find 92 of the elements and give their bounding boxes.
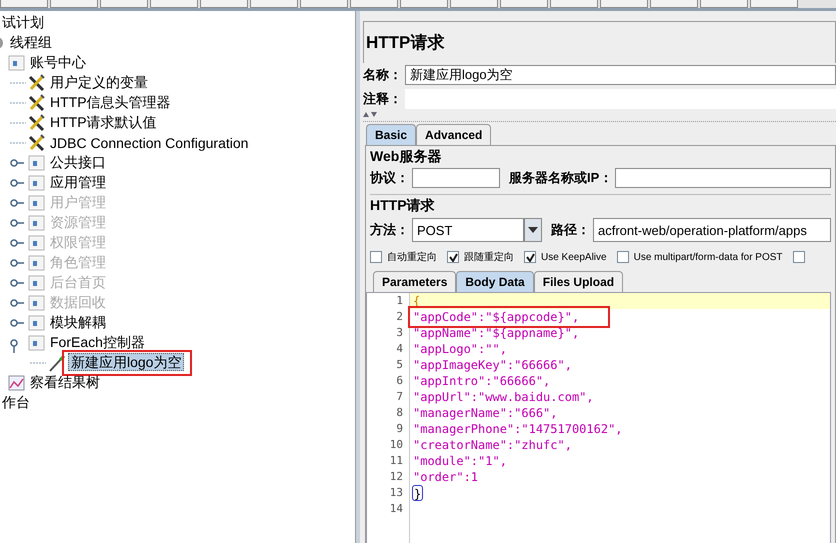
code-line: "appUrl":"www.baidu.com", [412, 389, 595, 405]
code-editor[interactable] [366, 292, 831, 543]
tree-item[interactable]: 线程组 [8, 34, 54, 52]
code-line: "creatorName":"zhufc", [412, 437, 573, 453]
tree-item[interactable]: 察看结果树 [28, 374, 102, 392]
tree-item[interactable]: ForEach控制器 [48, 334, 147, 352]
line-number: 4 [395, 341, 403, 357]
tab[interactable]: Advanced [416, 124, 492, 145]
controller-icon [28, 274, 46, 292]
protocol-field[interactable] [412, 168, 500, 188]
field-label: 方法： [370, 221, 409, 239]
tools-icon [28, 74, 46, 92]
controller-icon [28, 234, 46, 252]
line-number: 5 [395, 357, 403, 373]
controller-icon [8, 54, 26, 72]
line-number: 12 [388, 469, 403, 485]
checkbox[interactable] [524, 251, 536, 263]
tree-item[interactable]: 应用管理 [48, 174, 108, 192]
tree-line [10, 142, 26, 144]
line-number: 13 [388, 485, 403, 501]
tree-item[interactable]: HTTP信息头管理器 [48, 94, 173, 112]
checkbox-label: 自动重定向 [387, 250, 437, 264]
graph-icon [8, 374, 26, 392]
tree-item[interactable]: 试计划 [0, 14, 46, 32]
controller-icon [28, 294, 46, 312]
pipette-icon [48, 354, 66, 372]
controller-icon [28, 194, 46, 212]
field-label: 名称： [363, 66, 402, 84]
checkbox[interactable] [447, 251, 459, 263]
tree-item[interactable]: 作台 [0, 394, 32, 412]
collapse-arrows-icon[interactable] [363, 111, 377, 117]
tree-line [10, 82, 26, 84]
line-number: 10 [388, 437, 403, 453]
controller-icon [28, 334, 46, 352]
line-number: 14 [388, 501, 403, 517]
tab[interactable]: Basic [366, 124, 416, 145]
checkbox-label: 跟随重定向 [464, 250, 514, 264]
code-line: "order":1 [412, 469, 480, 485]
code-line: } [412, 485, 424, 501]
tab[interactable]: Parameters [373, 271, 456, 292]
field-label: 服务器名称或IP： [509, 169, 612, 187]
line-number: 9 [395, 421, 403, 437]
line-number: 1 [395, 293, 403, 309]
code-line: "managerName":"666", [412, 405, 558, 421]
line-number: 6 [395, 373, 403, 389]
tree-line [10, 122, 26, 124]
tools-icon [28, 94, 46, 112]
field-label: 路径： [551, 221, 590, 239]
tree-item[interactable]: 新建应用logo为空 [68, 353, 184, 371]
line-number: 11 [388, 453, 403, 469]
tree-item[interactable]: HTTP请求默认值 [48, 114, 159, 132]
checkbox[interactable] [370, 251, 382, 263]
tab[interactable]: Files Upload [534, 271, 624, 292]
code-line: "appLogo":"", [412, 341, 508, 357]
tools-icon [28, 134, 46, 152]
code-line: "module":"1", [412, 453, 508, 469]
tree-item[interactable]: 公共接口 [48, 154, 108, 172]
checkbox[interactable] [792, 251, 805, 263]
panel-title: HTTP请求 [363, 21, 836, 63]
line-number: 7 [395, 389, 403, 405]
code-line: "appImageKey":"66666", [412, 357, 573, 373]
code-line: "appName":"${appname}", [412, 325, 580, 341]
section-title: Web服务器 [370, 148, 442, 166]
field-label: 注释： [363, 90, 402, 108]
line-number: 2 [395, 309, 403, 325]
path-field[interactable]: acfront-web/operation-platform/apps [593, 218, 831, 242]
checkbox-label: Use multipart/form-data for POST [634, 252, 783, 262]
caret-icon [528, 227, 538, 233]
tree-line [30, 362, 46, 364]
controller-icon [28, 154, 46, 172]
controller-icon [28, 214, 46, 232]
checkbox[interactable] [616, 251, 629, 263]
tree-line [10, 102, 26, 104]
name-field[interactable]: 新建应用logo为空 [405, 65, 836, 85]
code-line: "appIntro":"66666", [412, 373, 552, 389]
tree-item[interactable]: 用户定义的变量 [48, 74, 150, 92]
tree-item[interactable]: JDBC Connection Configuration [48, 135, 250, 151]
line-number: 3 [395, 325, 403, 341]
controller-icon [28, 254, 46, 272]
checkbox-label: Use KeepAlive [541, 252, 607, 262]
tools-icon [28, 114, 46, 132]
line-number: 8 [395, 405, 403, 421]
controller-icon [28, 174, 46, 192]
field-label: 协议： [370, 169, 409, 187]
server-field[interactable] [615, 168, 831, 188]
tree-item[interactable]: 模块解耦 [48, 314, 108, 332]
tree-item[interactable]: 账号中心 [28, 54, 88, 72]
code-line: "managerPhone":"14751700162", [412, 421, 624, 437]
section-title: HTTP请求 [370, 197, 436, 215]
code-line: "appCode":"${appcode}", [412, 310, 580, 324]
tab[interactable]: Body Data [456, 271, 534, 292]
controller-icon [28, 314, 46, 332]
